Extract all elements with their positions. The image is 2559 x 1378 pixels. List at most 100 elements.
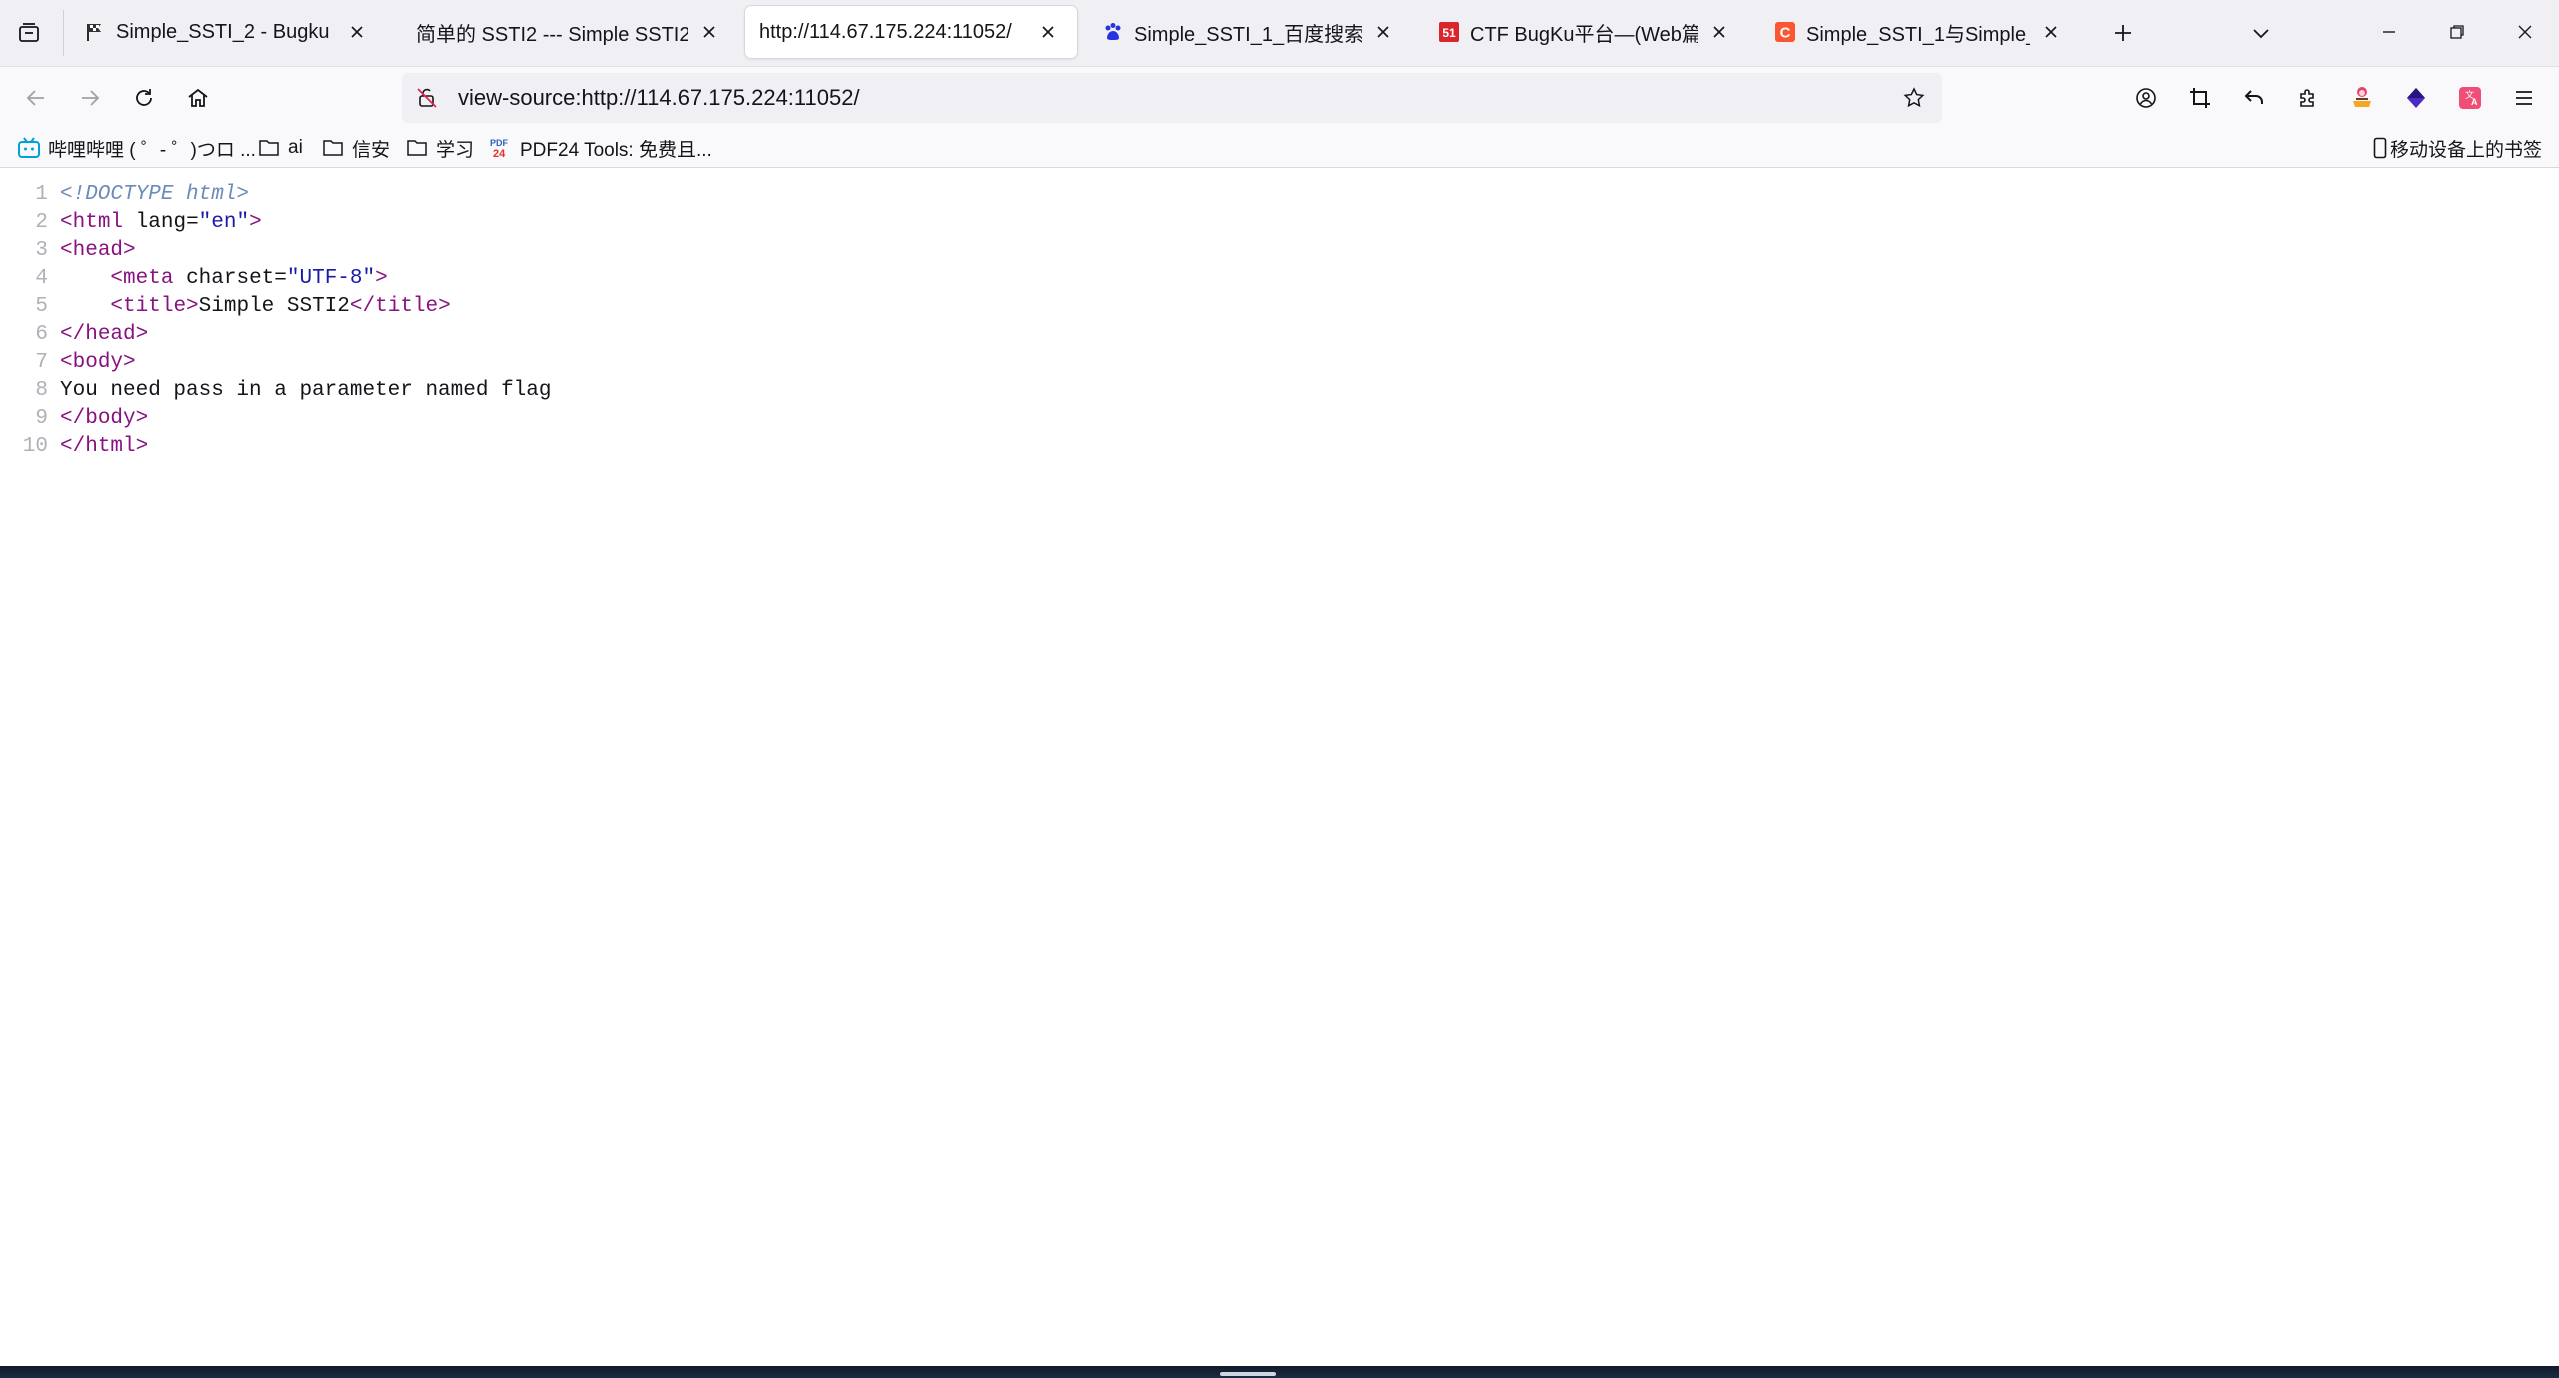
line-number: 10 bbox=[22, 435, 48, 458]
app-menu-button[interactable] bbox=[2506, 80, 2542, 116]
source-line: 9 </body> bbox=[0, 405, 148, 433]
list-all-tabs-button[interactable] bbox=[2242, 14, 2280, 52]
extension-character-button[interactable] bbox=[2344, 80, 2380, 116]
home-button[interactable] bbox=[178, 78, 218, 118]
bookmark-label: ai bbox=[288, 137, 303, 158]
extensions-button[interactable] bbox=[2290, 80, 2326, 116]
restore-button[interactable] bbox=[2422, 10, 2492, 54]
source-line: 1 <!DOCTYPE html> bbox=[0, 181, 249, 209]
translate-button[interactable]: 文A bbox=[2452, 80, 2488, 116]
svg-text:A: A bbox=[2471, 97, 2478, 107]
line-number: 6 bbox=[35, 323, 48, 346]
undo-button[interactable] bbox=[2236, 80, 2272, 116]
head-tag-name: head bbox=[85, 323, 136, 346]
navigation-toolbar: 文A bbox=[0, 67, 2559, 129]
extension-diamond-button[interactable] bbox=[2398, 80, 2434, 116]
minimize-icon bbox=[2383, 31, 2395, 33]
tab-overview-button[interactable] bbox=[10, 15, 48, 51]
bilibili-icon bbox=[16, 135, 42, 161]
back-arrow-icon bbox=[26, 90, 44, 106]
close-icon[interactable] bbox=[1368, 17, 1398, 47]
address-bar[interactable] bbox=[402, 73, 1942, 123]
tab-title: http://114.67.175.224:11052/ bbox=[759, 20, 1012, 43]
bookmark-label: 信安 bbox=[352, 139, 391, 161]
source-line: 5 <title>Simple SSTI2</title> bbox=[0, 293, 450, 321]
bookmark-label: PDF24 Tools: 免费且... bbox=[520, 139, 712, 161]
tab-csdn[interactable]: C Simple_SSTI_1与Simple_SSTI bbox=[1758, 6, 2080, 58]
tab-title: CTF BugKu平台—(Web篇①) bbox=[1470, 23, 1698, 46]
diamond-extension-icon bbox=[2407, 88, 2425, 108]
new-tab-button[interactable] bbox=[2104, 14, 2142, 52]
bookmarks-toolbar: 哔哩哔哩 ( ゜- ゜)つロ ... ai 信安 学习 PDF 24 PDF24 … bbox=[0, 129, 2559, 168]
home-icon bbox=[188, 88, 208, 107]
tab-bugku-ctf[interactable]: Simple_SSTI_2 - Bugku CTF bbox=[68, 6, 386, 58]
line-number: 8 bbox=[35, 379, 48, 402]
head-tag-name: head bbox=[72, 239, 124, 262]
plus-icon bbox=[2115, 25, 2131, 41]
tab-51cto[interactable]: 51 CTF BugKu平台—(Web篇①) bbox=[1422, 6, 1748, 58]
forward-button[interactable] bbox=[70, 78, 110, 118]
account-button[interactable] bbox=[2128, 80, 2164, 116]
close-icon[interactable] bbox=[1704, 17, 1734, 47]
back-button[interactable] bbox=[16, 78, 56, 118]
bookmark-folder-ai[interactable]: ai bbox=[256, 133, 303, 163]
svg-text:51: 51 bbox=[1442, 26, 1456, 40]
close-icon[interactable] bbox=[1033, 17, 1063, 47]
body-text: You need pass in a parameter named flag bbox=[60, 379, 552, 402]
line-number: 3 bbox=[35, 239, 48, 262]
hamburger-menu-icon bbox=[2516, 91, 2532, 105]
close-window-button[interactable] bbox=[2490, 10, 2559, 54]
character-extension-icon bbox=[2353, 87, 2371, 107]
close-icon[interactable] bbox=[694, 17, 724, 47]
51cto-icon: 51 bbox=[1436, 19, 1462, 45]
source-line: 4 <meta charset="UTF-8"> bbox=[0, 265, 387, 293]
mobile-bookmarks-label: 移动设备上的书签 bbox=[2390, 139, 2543, 161]
tab-ssti2-article[interactable]: 简单的 SSTI2 --- Simple SSTI2 bbox=[402, 6, 738, 58]
close-window-icon bbox=[2518, 25, 2532, 39]
bookmark-folder-xinan[interactable]: 信安 bbox=[320, 133, 390, 163]
os-taskbar-edge bbox=[0, 1366, 2559, 1378]
baidu-paw-icon bbox=[1100, 19, 1126, 45]
tab-baidu-search[interactable]: Simple_SSTI_1_百度搜索 bbox=[1086, 6, 1412, 58]
source-line: 8 You need pass in a parameter named flag bbox=[0, 377, 551, 405]
svg-text:PDF: PDF bbox=[490, 138, 509, 148]
url-input[interactable] bbox=[456, 84, 1896, 112]
tab-title: 简单的 SSTI2 --- Simple SSTI2 bbox=[416, 23, 688, 46]
title-tag-name: title bbox=[123, 295, 187, 318]
chevron-down-icon bbox=[2253, 29, 2269, 39]
source-line: 3 <head> bbox=[0, 237, 135, 265]
minimize-button[interactable] bbox=[2354, 10, 2424, 54]
bookmark-bilibili[interactable]: 哔哩哔哩 ( ゜- ゜)つロ ... bbox=[16, 133, 256, 163]
meta-tag-name: meta bbox=[123, 267, 174, 290]
bookmark-label: 学习 bbox=[436, 139, 475, 161]
bookmark-star-icon[interactable] bbox=[1896, 80, 1932, 116]
reload-button[interactable] bbox=[124, 78, 164, 118]
mobile-bookmarks[interactable]: 移动设备上的书签 bbox=[2372, 133, 2542, 163]
source-line: 10 </html> bbox=[0, 433, 148, 461]
line-number: 7 bbox=[35, 351, 48, 374]
svg-text:C: C bbox=[1780, 25, 1791, 42]
close-icon[interactable] bbox=[2036, 17, 2066, 47]
bookmark-folder-xuexi[interactable]: 学习 bbox=[404, 133, 474, 163]
html-tag-name: html bbox=[85, 435, 136, 458]
restore-icon bbox=[2450, 25, 2464, 39]
translate-icon: 文A bbox=[2459, 87, 2481, 109]
view-source-content: 1 <!DOCTYPE html> 2 <html lang="en"> 3 <hea… bbox=[0, 168, 2559, 1368]
insecure-lock-icon[interactable] bbox=[412, 83, 442, 113]
screenshot-button[interactable] bbox=[2182, 80, 2218, 116]
attribute-value: "UTF-8" bbox=[286, 267, 376, 290]
source-line: 6 </head> bbox=[0, 321, 148, 349]
line-number: 9 bbox=[35, 407, 48, 430]
bookmark-pdf24[interactable]: PDF 24 PDF24 Tools: 免费且... bbox=[488, 133, 712, 163]
svg-text:24: 24 bbox=[493, 148, 506, 160]
crop-icon bbox=[2190, 88, 2210, 108]
forward-arrow-icon bbox=[82, 90, 100, 106]
undo-arrow-icon bbox=[2244, 90, 2263, 104]
title-tag-name: title bbox=[375, 295, 439, 318]
attribute-name: lang bbox=[135, 211, 187, 234]
mobile-phone-icon bbox=[2372, 135, 2388, 161]
close-icon[interactable] bbox=[342, 17, 372, 47]
line-number: 4 bbox=[35, 267, 48, 290]
tab-view-source-active[interactable]: http://114.67.175.224:11052/ bbox=[745, 6, 1077, 58]
account-icon bbox=[2136, 88, 2156, 108]
